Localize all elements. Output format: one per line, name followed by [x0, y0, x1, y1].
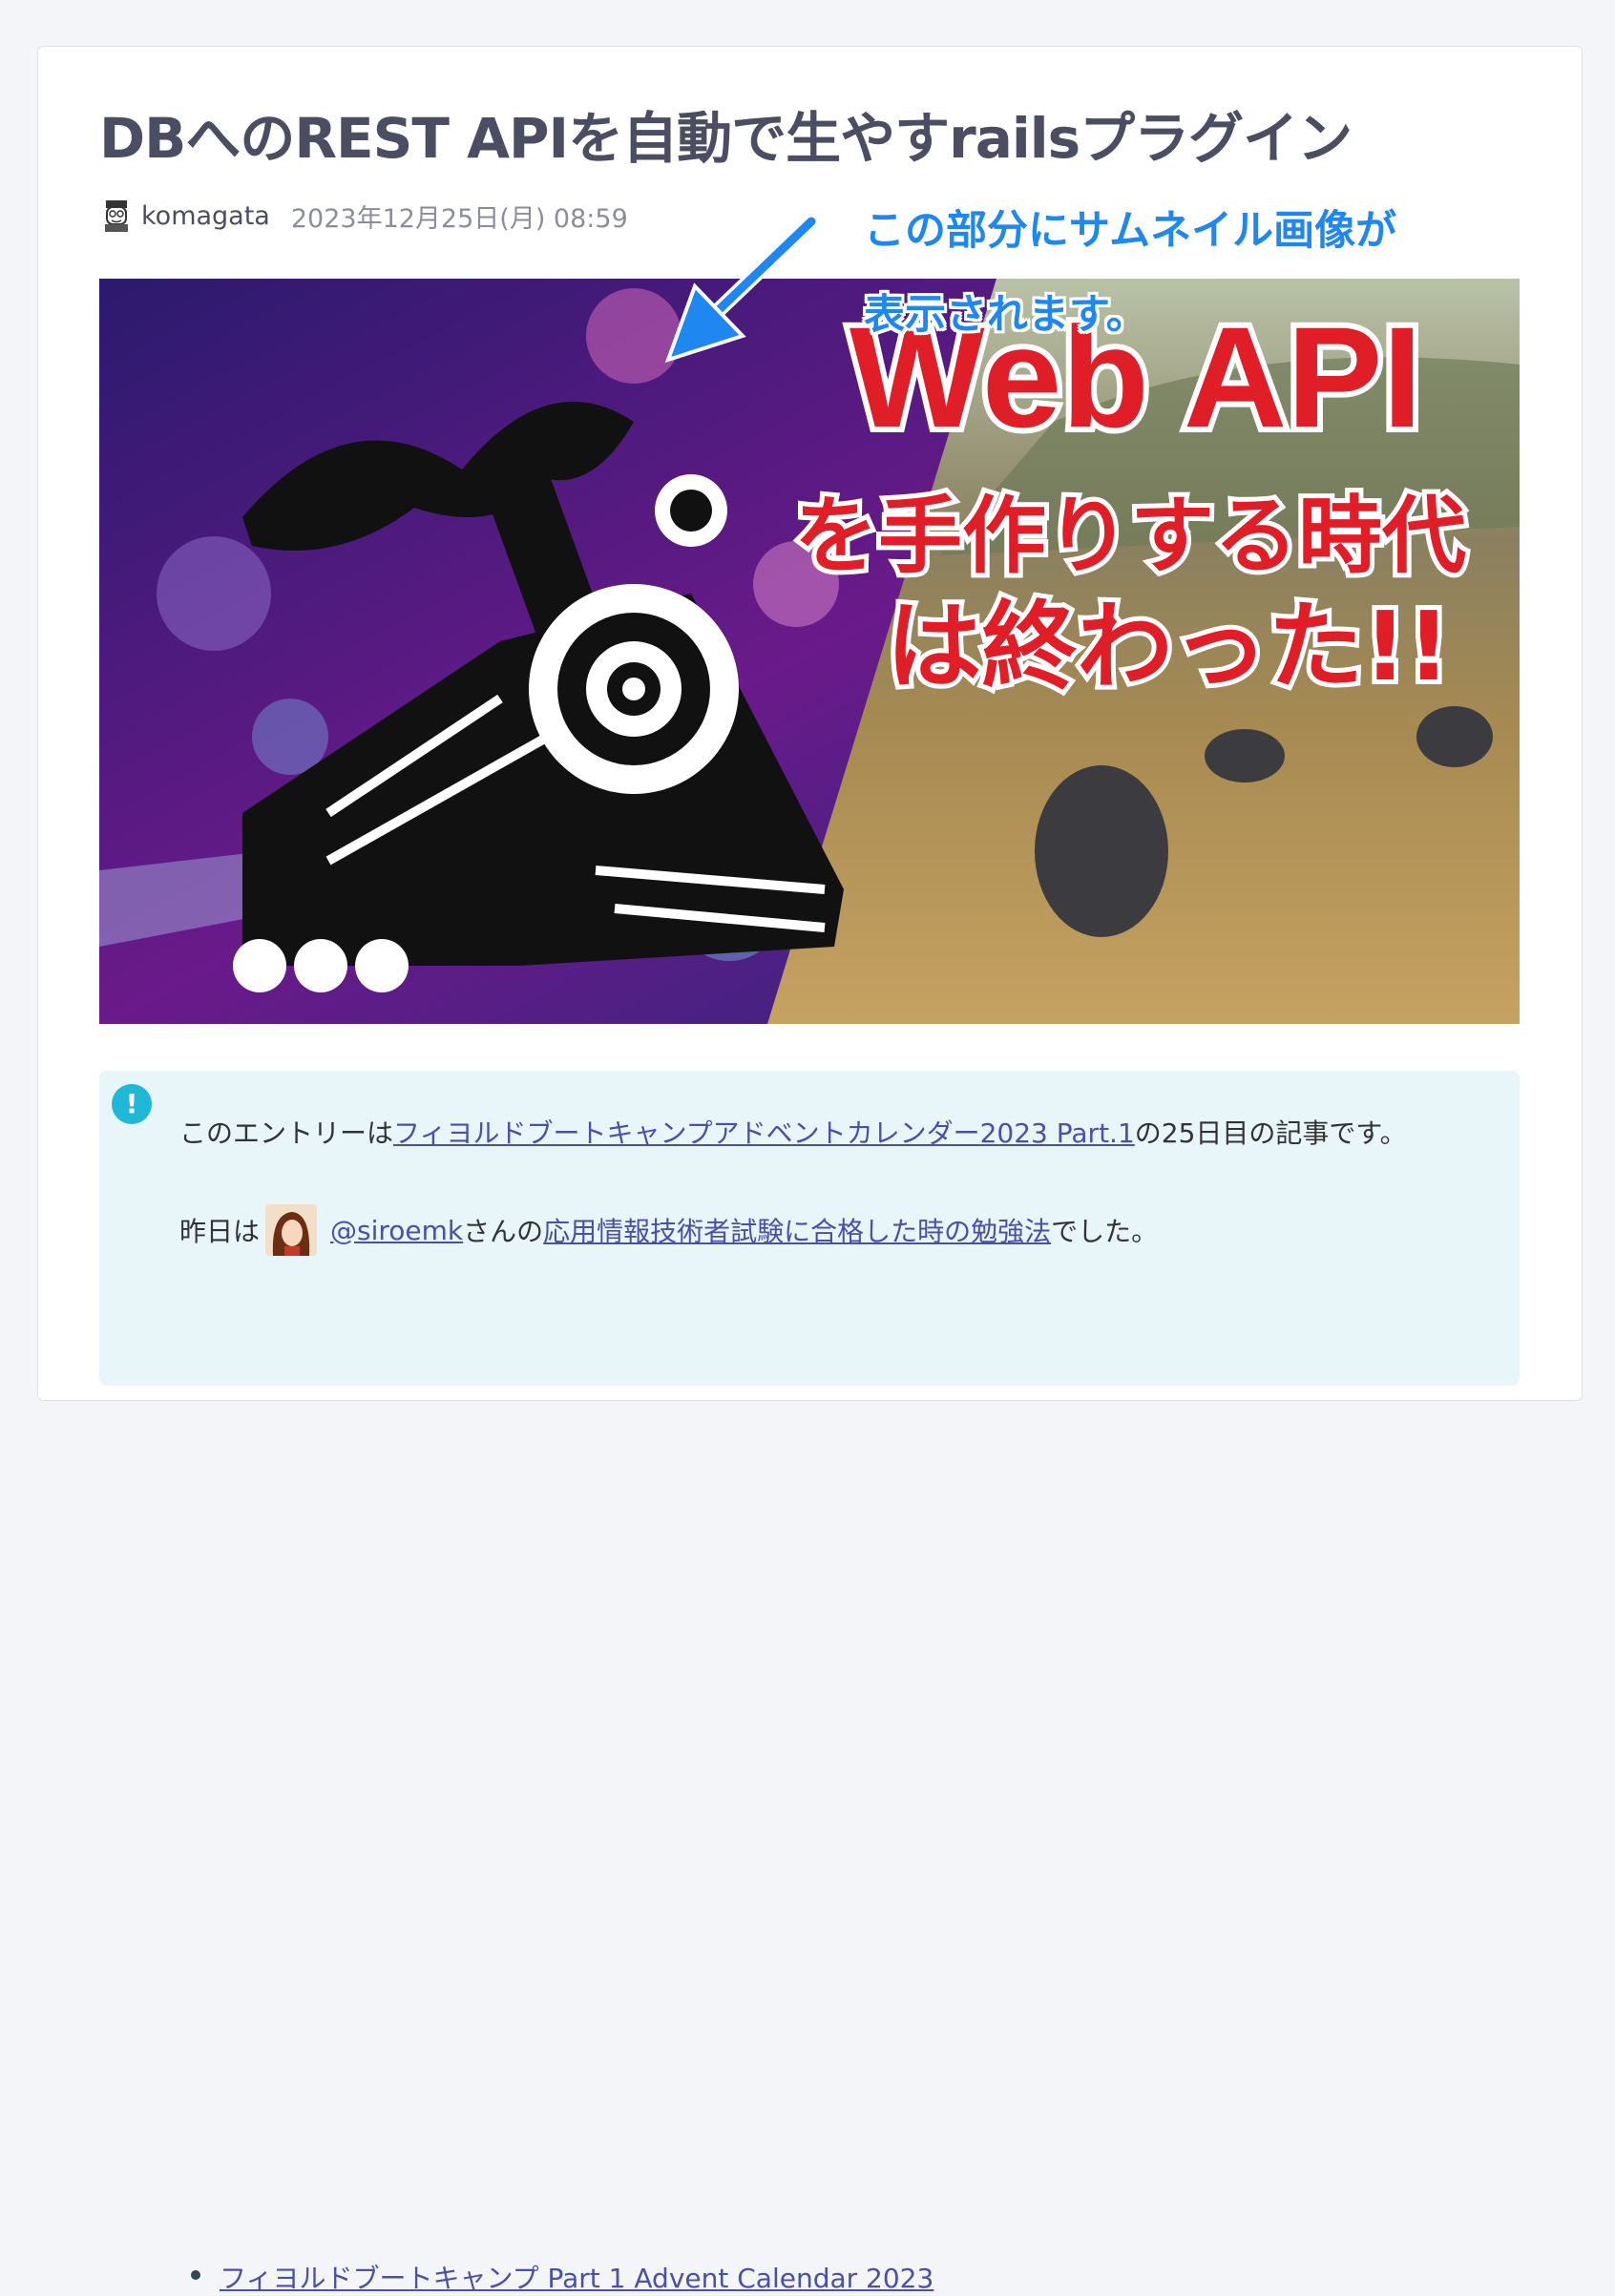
author-avatar[interactable]	[103, 199, 130, 232]
thumbnail-image: Web API を手作りする時代 は終わった!!	[99, 279, 1520, 1024]
note-text: でした。	[1051, 1216, 1159, 1247]
siroemk-user-link[interactable]: @siroemk	[330, 1215, 463, 1246]
note-text: このエントリーは	[179, 1117, 394, 1149]
previous-article-link[interactable]: 応用情報技術者試験に合格した時の勉強法	[543, 1211, 1051, 1249]
thumbnail-line3: は終わった!!	[886, 591, 1450, 702]
note-text: の25日目の記事です。	[1134, 1117, 1407, 1149]
thumbnail-line2: を手作りする時代	[794, 487, 1466, 585]
thumbnail-callout: この部分にサムネイル画像が 表示されます。	[864, 189, 1551, 357]
list-item: フィヨルドブートキャンプ Part 1 Advent Calendar 2023	[191, 2258, 933, 2296]
note-paragraph-2: 昨日は @siroemk さんの 応用情報技術者試験に合格した時の勉強法 でした。	[179, 1204, 1158, 1256]
exclamation-icon: !	[112, 1084, 152, 1124]
callout-line-2: 表示されます。	[864, 291, 1147, 339]
callout-arrow-icon	[664, 214, 819, 364]
note-text: 昨日は	[179, 1216, 261, 1247]
calendar-link[interactable]: フィヨルドブートキャンプ Part 1 Advent Calendar 2023	[220, 2263, 933, 2294]
note-text: さんの	[463, 1216, 544, 1247]
advent-calendar-link[interactable]: フィヨルドブートキャンプアドベントカレンダー2023 Part.1	[393, 1117, 1135, 1149]
info-note: ! このエントリーはフィヨルドブートキャンプアドベントカレンダー2023 Par…	[99, 1071, 1520, 2294]
publish-date: 2023年12月25日(月) 08:59	[290, 203, 628, 234]
callout-line-1: この部分にサムネイル画像が	[864, 207, 1397, 255]
note-paragraph-1: このエントリーはフィヨルドブートキャンプアドベントカレンダー2023 Part.…	[179, 1113, 1407, 1151]
calendar-list: フィヨルドブートキャンプ Part 1 Advent Calendar 2023	[191, 2258, 933, 2296]
article-title: DBへのREST APIを自動で生やすrailsプラグイン	[99, 106, 1353, 171]
bullet-icon	[191, 2270, 200, 2280]
author-link[interactable]: komagata	[141, 201, 270, 231]
article-meta: komagata 2023年12月25日(月) 08:59	[103, 198, 628, 234]
siroemk-avatar[interactable]	[265, 1204, 318, 1256]
